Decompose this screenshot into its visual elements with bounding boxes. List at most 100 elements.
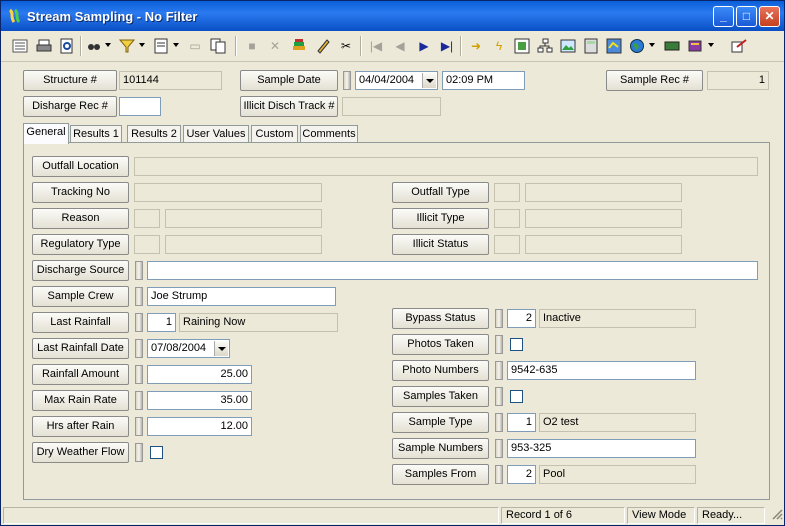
first-record-disabled-icon: |◀	[369, 39, 383, 53]
hierarchy-icon[interactable]	[536, 37, 554, 55]
hrs-after-rain-field[interactable]: 12.00	[147, 417, 252, 436]
filter-icon[interactable]	[118, 37, 136, 55]
illicit-type-code-field[interactable]	[494, 209, 520, 228]
photos-taken-button[interactable]: Photos Taken	[392, 334, 489, 355]
illicit-type-field[interactable]	[525, 209, 682, 228]
sample-numbers-field[interactable]: 953-325	[507, 439, 696, 458]
print-icon[interactable]	[35, 37, 53, 55]
keyboard-icon[interactable]	[663, 37, 681, 55]
reason-button[interactable]: Reason	[32, 208, 129, 229]
go-arrow-icon[interactable]: ➜	[467, 37, 485, 55]
tab-results-1[interactable]: Results 1	[70, 125, 122, 143]
sample-numbers-button[interactable]: Sample Numbers	[392, 438, 489, 459]
map-icon[interactable]	[605, 37, 623, 55]
sample-crew-field[interactable]: Joe Strump	[147, 287, 336, 306]
sample-type-code-field[interactable]: 1	[507, 413, 536, 432]
bypass-status-code-field[interactable]: 2	[507, 309, 536, 328]
stack-icon[interactable]	[290, 37, 308, 55]
print-preview-icon[interactable]	[58, 37, 76, 55]
photo-numbers-button[interactable]: Photo Numbers	[392, 360, 489, 381]
illicit-track-button[interactable]: Illicit Disch Track #	[240, 96, 338, 117]
discharge-rec-button[interactable]: Disharge Rec #	[23, 96, 117, 117]
photo-numbers-field[interactable]: 9542-635	[507, 361, 696, 380]
illicit-track-field[interactable]	[342, 97, 441, 116]
samples-from-button[interactable]: Samples From	[392, 464, 489, 485]
chevron-down-icon[interactable]	[422, 73, 436, 88]
last-rainfall-field[interactable]: Raining Now	[179, 313, 338, 332]
illicit-status-button[interactable]: Illicit Status	[392, 234, 489, 255]
illicit-status-code-field[interactable]	[494, 235, 520, 254]
tab-general[interactable]: General	[23, 123, 69, 144]
illicit-type-button[interactable]: Illicit Type	[392, 208, 489, 229]
regulatory-type-code-field[interactable]	[134, 235, 160, 254]
illicit-status-field[interactable]	[525, 235, 682, 254]
discharge-source-button[interactable]: Discharge Source	[32, 260, 129, 281]
sample-rec-button[interactable]: Sample Rec #	[606, 70, 703, 91]
bypass-status-field[interactable]: Inactive	[539, 309, 696, 328]
last-rainfall-date-button[interactable]: Last Rainfall Date	[32, 338, 129, 359]
photos-taken-checkbox[interactable]	[510, 338, 523, 351]
samples-from-field[interactable]: Pool	[539, 465, 696, 484]
hrs-after-rain-button[interactable]: Hrs after Rain	[32, 416, 129, 437]
outfall-type-field[interactable]	[525, 183, 682, 202]
dry-weather-flow-checkbox[interactable]	[150, 446, 163, 459]
next-record-icon[interactable]: ▶	[415, 37, 433, 55]
tab-comments[interactable]: Comments	[300, 125, 358, 143]
dry-weather-flow-button[interactable]: Dry Weather Flow	[32, 442, 129, 463]
discharge-rec-field[interactable]	[119, 97, 161, 116]
calculator-icon[interactable]	[582, 37, 600, 55]
resize-grip-icon[interactable]	[767, 507, 783, 524]
outfall-type-code-field[interactable]	[494, 183, 520, 202]
discharge-source-field[interactable]	[147, 261, 758, 280]
sample-crew-button[interactable]: Sample Crew	[32, 286, 129, 307]
sample-type-field[interactable]: O2 test	[539, 413, 696, 432]
last-rainfall-date-combo[interactable]: 07/08/2004	[147, 339, 230, 358]
regulatory-type-field[interactable]	[165, 235, 322, 254]
edit-pencil-icon[interactable]	[314, 37, 332, 55]
reason-field[interactable]	[165, 209, 322, 228]
samples-taken-checkbox[interactable]	[510, 390, 523, 403]
max-rain-rate-button[interactable]: Max Rain Rate	[32, 390, 129, 411]
chevron-down-icon[interactable]	[214, 341, 228, 356]
tracking-no-field[interactable]	[134, 183, 322, 202]
outfall-type-button[interactable]: Outfall Type	[392, 182, 489, 203]
sample-time-field[interactable]: 02:09 PM	[442, 71, 525, 90]
structure-button[interactable]: Structure #	[23, 70, 117, 91]
regulatory-type-button[interactable]: Regulatory Type	[32, 234, 129, 255]
lightning-icon[interactable]: ϟ	[490, 37, 508, 55]
tab-custom[interactable]: Custom	[251, 125, 298, 143]
last-rainfall-code-field[interactable]: 1	[147, 313, 176, 332]
copy-record-icon[interactable]	[209, 37, 227, 55]
sample-rec-field[interactable]: 1	[707, 71, 769, 90]
outfall-location-button[interactable]: Outfall Location	[32, 156, 129, 177]
photo-link-icon[interactable]	[513, 37, 531, 55]
last-rainfall-button[interactable]: Last Rainfall	[32, 312, 129, 333]
minimize-button[interactable]: _	[713, 6, 734, 27]
outfall-location-field[interactable]	[134, 157, 758, 176]
sample-type-button[interactable]: Sample Type	[392, 412, 489, 433]
globe-icon[interactable]	[628, 37, 646, 55]
find-icon[interactable]	[85, 37, 103, 55]
rainfall-amount-field[interactable]: 25.00	[147, 365, 252, 384]
close-button[interactable]: ✕	[759, 6, 780, 27]
maximize-button[interactable]: □	[736, 6, 757, 27]
samples-taken-button[interactable]: Samples Taken	[392, 386, 489, 407]
tab-user-values[interactable]: User Values	[183, 125, 249, 143]
structure-field[interactable]: 101144	[119, 71, 222, 90]
sample-date-button[interactable]: Sample Date	[240, 70, 338, 91]
samples-from-code-field[interactable]: 2	[507, 465, 536, 484]
sample-date-combo[interactable]: 04/04/2004	[355, 71, 438, 90]
reason-code-field[interactable]	[134, 209, 160, 228]
last-record-icon[interactable]: ▶|	[438, 37, 456, 55]
tab-results-2[interactable]: Results 2	[127, 125, 181, 143]
rainfall-amount-button[interactable]: Rainfall Amount	[32, 364, 129, 385]
cut-icon[interactable]: ✂	[337, 37, 355, 55]
exit-icon[interactable]	[730, 37, 748, 55]
tracking-no-button[interactable]: Tracking No	[32, 182, 129, 203]
bypass-status-button[interactable]: Bypass Status	[392, 308, 489, 329]
report-icon[interactable]	[152, 37, 170, 55]
max-rain-rate-field[interactable]: 35.00	[147, 391, 252, 410]
image-icon[interactable]	[559, 37, 577, 55]
list-view-icon[interactable]	[11, 37, 29, 55]
books-icon[interactable]	[686, 37, 704, 55]
